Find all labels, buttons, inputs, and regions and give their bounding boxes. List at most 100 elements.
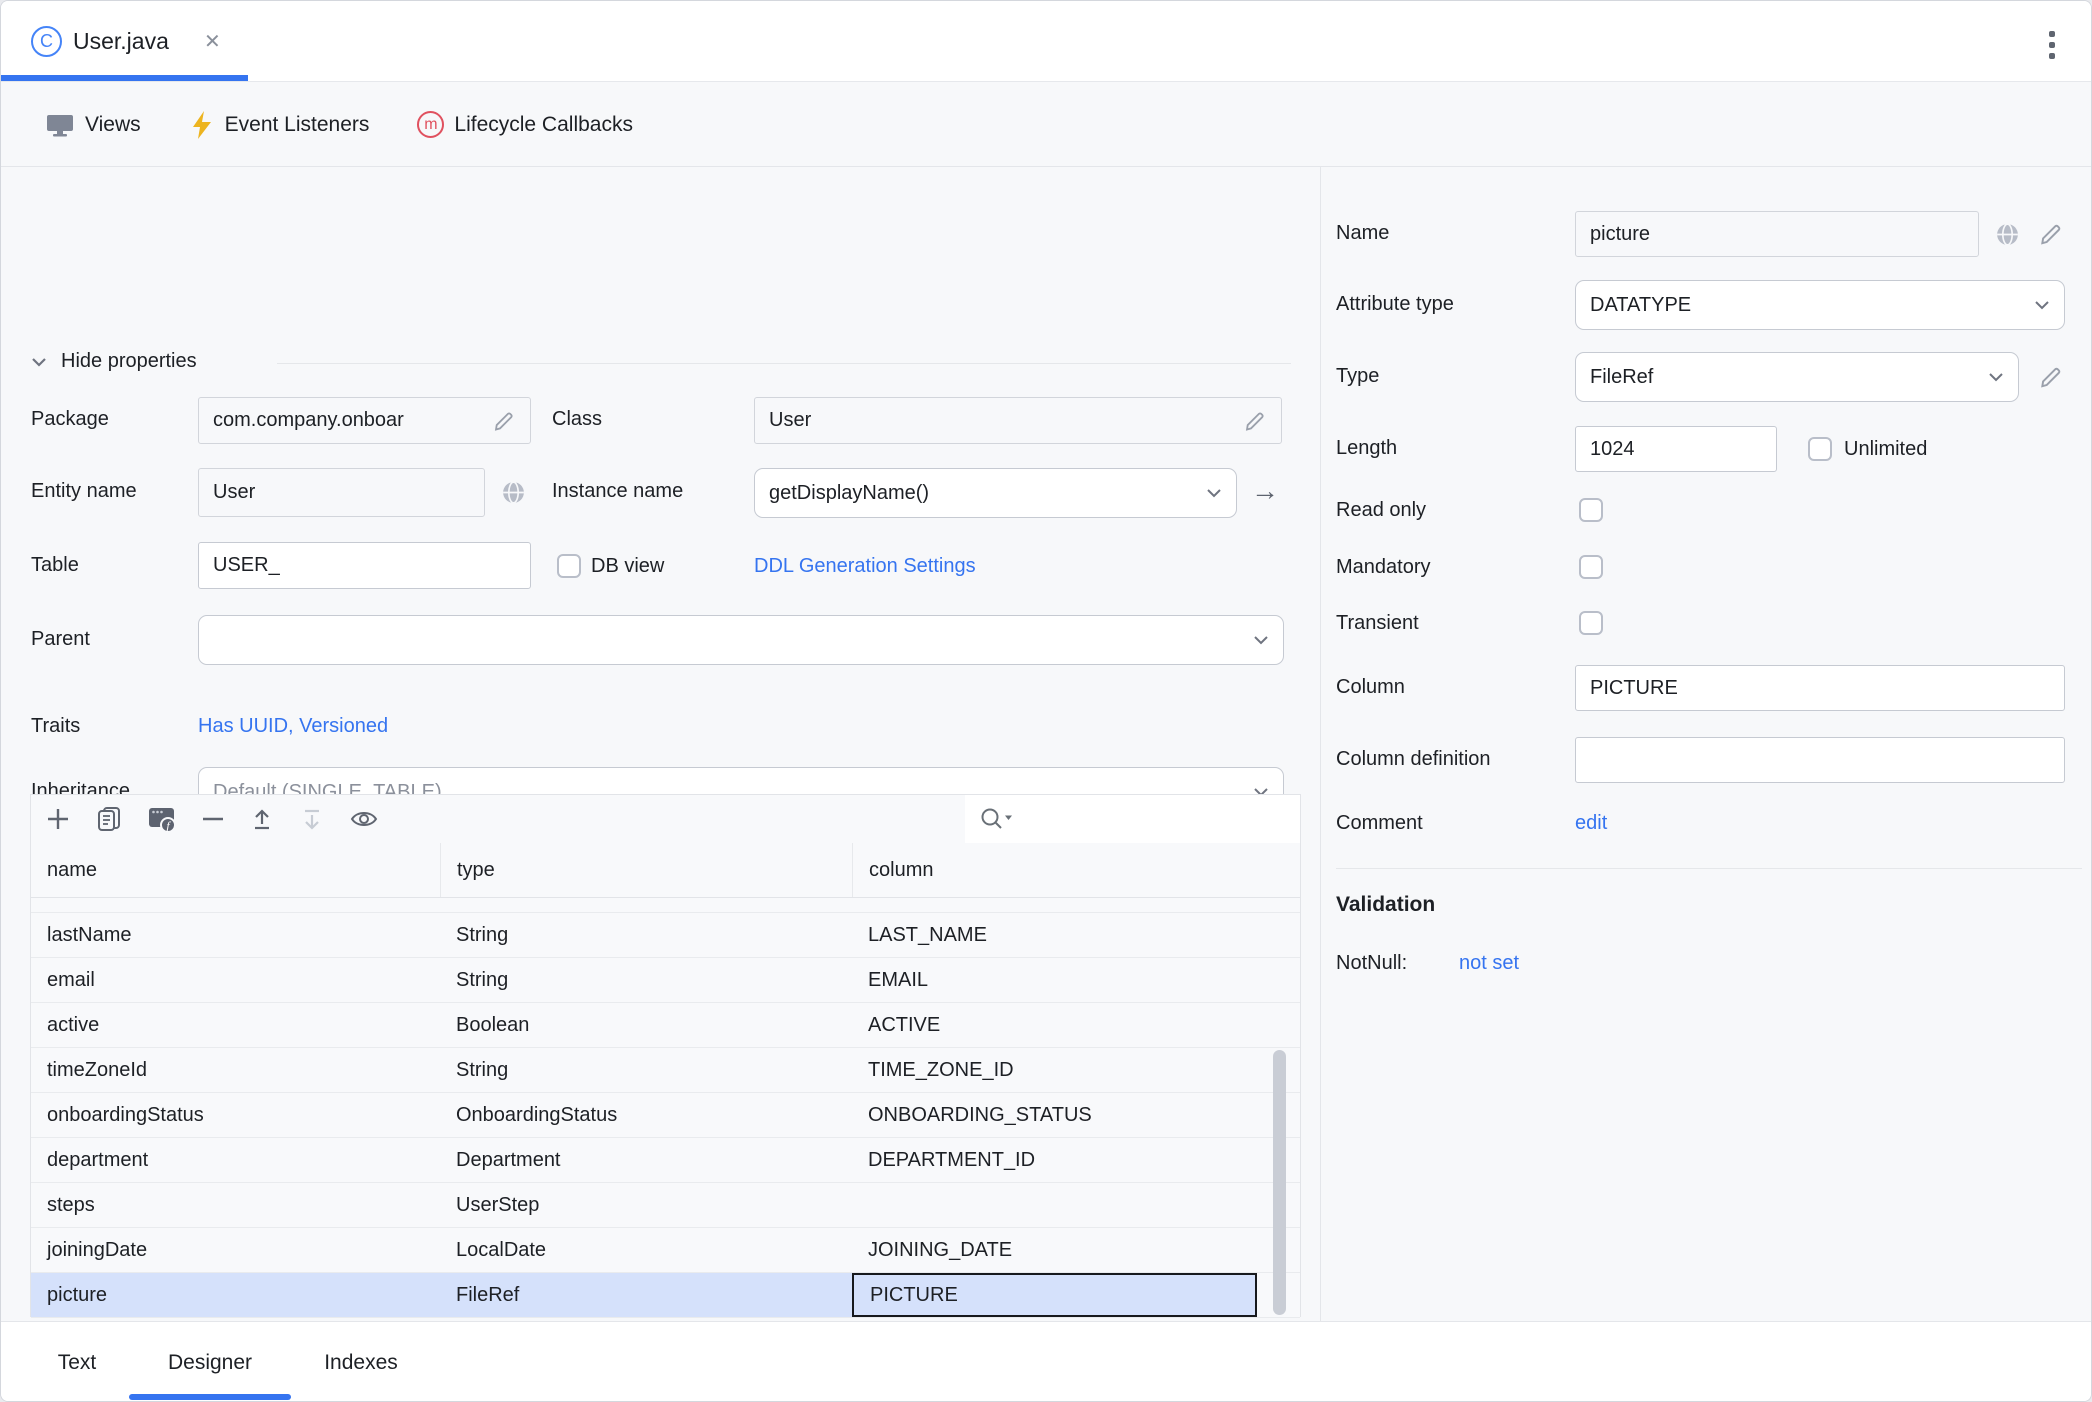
search-icon[interactable] [979,806,1015,832]
move-down-icon[interactable] [299,806,325,832]
tab-designer[interactable]: Designer [129,1322,291,1402]
column-definition-label: Column definition [1336,748,1491,771]
navigate-arrow-icon[interactable]: → [1251,475,1279,507]
cell-name[interactable]: picture [31,1273,440,1317]
event-listeners-button[interactable]: Event Listeners [189,110,370,140]
hide-properties-toggle[interactable]: Hide properties [61,350,197,373]
package-edit-pencil-icon[interactable] [492,409,516,433]
cell-type[interactable]: LocalDate [440,1228,852,1272]
collapse-chevron-icon[interactable] [31,357,47,367]
add-attribute-icon[interactable] [45,806,71,832]
table-row[interactable]: active Boolean ACTIVE [31,1003,1300,1048]
attr-type-select[interactable]: FileRef [1575,352,2019,402]
attribute-type-select[interactable]: DATATYPE [1575,280,2065,330]
attr-name-field[interactable]: picture [1575,211,1979,257]
read-only-checkbox[interactable] [1579,498,1603,522]
table-field[interactable]: USER_ [198,542,531,589]
cell-type[interactable]: Boolean [440,1003,852,1047]
entity-toolbar: Views Event Listeners m Lifecycle Callba… [1,83,2091,167]
parent-select[interactable] [198,615,1284,665]
attributes-search-field[interactable] [965,795,1300,843]
attr-name-label: Name [1336,222,1389,245]
package-label: Package [31,408,109,431]
cell-type[interactable]: String [440,958,852,1002]
unlimited-checkbox[interactable] [1808,437,1832,461]
cell-name[interactable]: email [31,958,440,1002]
file-tab-user-java[interactable]: C User.java ✕ [1,1,248,81]
tab-text[interactable]: Text [50,1322,104,1402]
instance-name-select[interactable]: getDisplayName() [754,468,1237,518]
cell-column-focused[interactable]: PICTURE [852,1273,1257,1317]
attr-name-globe-icon[interactable] [1994,221,2021,248]
table-row-partial[interactable]: String [31,898,1300,913]
cell-name[interactable]: joiningDate [31,1228,440,1272]
table-row[interactable]: email String EMAIL [31,958,1300,1003]
chevron-down-icon [1253,635,1269,645]
cell-column[interactable]: EMAIL [852,958,1300,1002]
cell-name[interactable]: onboardingStatus [31,1093,440,1137]
table-row[interactable]: timeZoneId String TIME_ZONE_ID [31,1048,1300,1093]
cell-column[interactable]: ACTIVE [852,1003,1300,1047]
db-view-checkbox[interactable] [557,554,581,578]
length-field[interactable]: 1024 [1575,426,1777,472]
tab-indexes[interactable]: Indexes [314,1322,408,1402]
transient-checkbox[interactable] [1579,611,1603,635]
table-row[interactable]: department Department DEPARTMENT_ID [31,1138,1300,1183]
tab-close-icon[interactable]: ✕ [204,29,221,54]
create-fetch-plan-icon[interactable]: f [147,805,177,833]
cell-type[interactable]: FileRef [440,1273,852,1317]
entity-name-field[interactable]: User [198,468,485,517]
attr-name-edit-pencil-icon[interactable] [2038,221,2064,247]
attr-comment-edit-link[interactable]: edit [1575,812,1607,835]
cell-type[interactable]: OnboardingStatus [440,1093,852,1137]
move-up-icon[interactable] [249,806,275,832]
table-row[interactable]: onboardingStatus OnboardingStatus ONBOAR… [31,1093,1300,1138]
mandatory-checkbox[interactable] [1579,555,1603,579]
copy-attribute-icon[interactable] [95,805,123,833]
column-definition-field[interactable] [1575,737,2065,783]
cell-column[interactable]: DEPARTMENT_ID [852,1138,1300,1182]
column-header-name[interactable]: name [31,843,440,897]
attr-comment-label: Comment [1336,812,1423,835]
lifecycle-callbacks-button[interactable]: m Lifecycle Callbacks [417,111,633,138]
cell-column[interactable]: LAST_NAME [852,913,1300,957]
attr-column-field[interactable]: PICTURE [1575,665,2065,711]
cell-column[interactable] [852,1183,1300,1227]
column-header-type[interactable]: type [440,843,852,897]
table-row[interactable]: lastName String LAST_NAME [31,913,1300,958]
editor-mode-tab-bar: Text Designer Indexes [1,1321,2091,1402]
cell-column[interactable]: JOINING_DATE [852,1228,1300,1272]
cell-name[interactable]: active [31,1003,440,1047]
attr-type-label: Type [1336,365,1379,388]
traits-link[interactable]: Has UUID, Versioned [198,715,388,738]
attr-type-edit-pencil-icon[interactable] [2038,364,2064,390]
package-field[interactable]: com.company.onboar [198,397,531,444]
traits-label: Traits [31,715,80,738]
cell-type[interactable]: Department [440,1138,852,1182]
chevron-down-icon [1988,372,2004,382]
cell-name[interactable]: steps [31,1183,440,1227]
cell-name[interactable]: timeZoneId [31,1048,440,1092]
ddl-generation-settings-link[interactable]: DDL Generation Settings [754,555,976,578]
cell-type[interactable]: UserStep [440,1183,852,1227]
view-attribute-icon[interactable] [349,807,379,831]
table-scrollbar-thumb[interactable] [1273,1050,1286,1315]
class-field[interactable]: User [754,397,1282,444]
table-row[interactable]: joiningDate LocalDate JOINING_DATE [31,1228,1300,1273]
notnull-not-set-link[interactable]: not set [1459,952,1519,975]
class-edit-pencil-icon[interactable] [1243,409,1267,433]
cell-name[interactable]: department [31,1138,440,1182]
tab-options-kebab-icon[interactable] [2049,31,2055,59]
cell-type[interactable]: String [440,1048,852,1092]
tab-title: User.java [73,28,169,55]
cell-type[interactable]: String [440,913,852,957]
table-row-selected[interactable]: picture FileRef PICTURE [31,1273,1300,1318]
cell-column[interactable]: ONBOARDING_STATUS [852,1093,1300,1137]
table-row[interactable]: steps UserStep [31,1183,1300,1228]
remove-attribute-icon[interactable] [201,806,225,832]
column-header-column[interactable]: column [852,843,1300,897]
views-button[interactable]: Views [45,111,141,139]
entity-name-globe-icon[interactable] [500,479,527,506]
cell-column[interactable]: TIME_ZONE_ID [852,1048,1300,1092]
cell-name[interactable]: lastName [31,913,440,957]
